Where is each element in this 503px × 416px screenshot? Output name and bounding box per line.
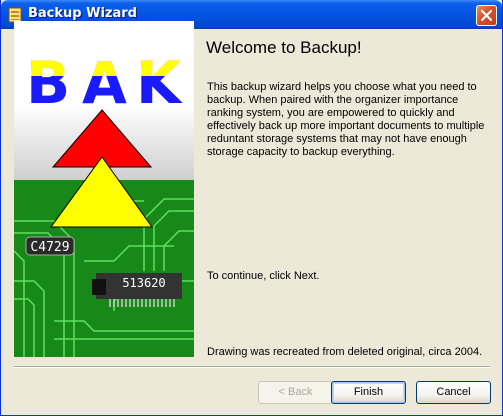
chip-label-c4729: C4729: [30, 240, 69, 255]
drawing-note: Drawing was recreated from deleted origi…: [207, 346, 483, 358]
back-button[interactable]: < Back: [258, 381, 333, 404]
finish-button[interactable]: Finish: [331, 381, 406, 404]
cancel-button[interactable]: Cancel: [416, 381, 491, 404]
close-icon: [481, 10, 492, 21]
window-title: Backup Wizard: [28, 6, 137, 21]
bak-logo: B A K B A K B A K: [26, 49, 183, 109]
wizard-description: This backup wizard helps you choose what…: [207, 81, 485, 158]
close-button[interactable]: [476, 5, 497, 26]
button-separator: [14, 366, 490, 368]
wizard-illustration: C4729 513620 B A K: [14, 21, 194, 357]
page-title: Welcome to Backup!: [206, 38, 362, 57]
continue-instruction: To continue, click Next.: [207, 270, 320, 282]
backup-drawing: C4729 513620 B A K: [14, 21, 194, 357]
chip-label-513620: 513620: [122, 276, 165, 290]
wizard-window: Backup Wizard C4729 513620 B A K Welcome…: [0, 0, 503, 416]
